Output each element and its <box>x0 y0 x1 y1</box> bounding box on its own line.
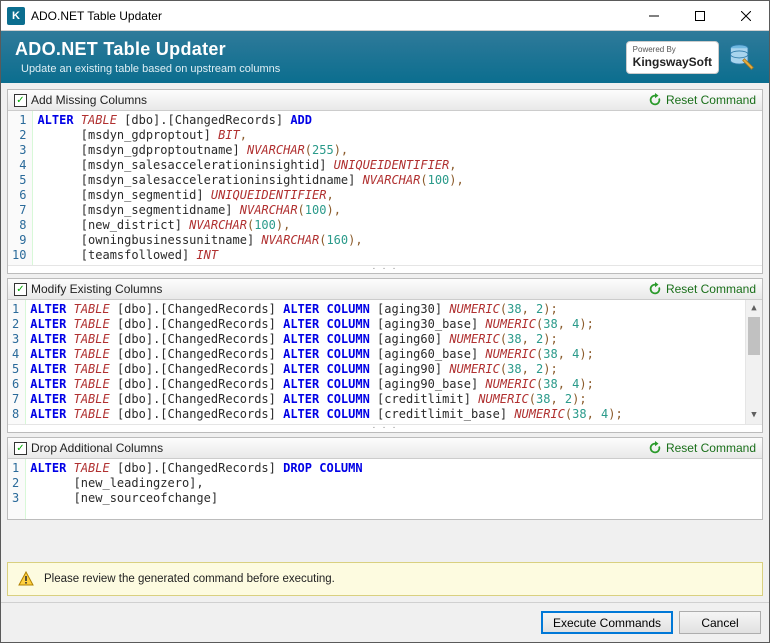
app-icon: K <box>7 7 25 25</box>
panel-title: Add Missing Columns <box>31 93 147 107</box>
reset-command-drop[interactable]: Reset Command <box>648 441 756 455</box>
execute-commands-button[interactable]: Execute Commands <box>541 611 673 634</box>
cancel-button[interactable]: Cancel <box>679 611 761 634</box>
warning-bar: Please review the generated command befo… <box>7 562 763 596</box>
maximize-button[interactable] <box>677 1 723 31</box>
scroll-down-icon[interactable]: ▼ <box>746 407 762 424</box>
reset-command-modify[interactable]: Reset Command <box>648 282 756 296</box>
panel-modify-existing: ✓ Modify Existing Columns Reset Command … <box>7 278 763 433</box>
sql-editor-add[interactable]: 1 2 3 4 5 6 7 8 9 10 ALTER TABLE [dbo].[… <box>8 111 762 265</box>
resize-grip[interactable]: · · · <box>8 424 762 432</box>
window-titlebar: K ADO.NET Table Updater <box>1 1 769 31</box>
window-title: ADO.NET Table Updater <box>31 9 631 23</box>
panel-drop-additional: ✓ Drop Additional Columns Reset Command … <box>7 437 763 520</box>
scrollbar[interactable]: ▲ ▼ <box>745 300 762 424</box>
panel-add-missing: ✓ Add Missing Columns Reset Command 1 2 … <box>7 89 763 274</box>
brand-badge: Powered By KingswaySoft <box>626 41 719 74</box>
checkbox-modify-existing[interactable]: ✓ <box>14 283 27 296</box>
reset-command-add[interactable]: Reset Command <box>648 93 756 107</box>
refresh-icon <box>648 282 662 296</box>
header-subtitle: Update an existing table based on upstre… <box>21 63 626 75</box>
panel-title: Modify Existing Columns <box>31 282 162 296</box>
header-title: ADO.NET Table Updater <box>15 39 626 60</box>
warning-text: Please review the generated command befo… <box>44 573 335 585</box>
database-icon <box>727 43 755 71</box>
close-button[interactable] <box>723 1 769 31</box>
sql-editor-modify[interactable]: 1 2 3 4 5 6 7 8 ALTER TABLE [dbo].[Chang… <box>8 300 762 424</box>
panel-title: Drop Additional Columns <box>31 441 163 455</box>
checkbox-drop-additional[interactable]: ✓ <box>14 442 27 455</box>
warning-icon <box>18 571 34 587</box>
sql-editor-drop[interactable]: 1 2 3 ALTER TABLE [dbo].[ChangedRecords]… <box>8 459 762 519</box>
header-banner: ADO.NET Table Updater Update an existing… <box>1 31 769 83</box>
checkbox-add-missing[interactable]: ✓ <box>14 94 27 107</box>
refresh-icon <box>648 441 662 455</box>
refresh-icon <box>648 93 662 107</box>
scroll-up-icon[interactable]: ▲ <box>746 300 762 317</box>
minimize-button[interactable] <box>631 1 677 31</box>
resize-grip[interactable]: · · · <box>8 265 762 273</box>
footer: Execute Commands Cancel <box>1 602 769 642</box>
scroll-thumb[interactable] <box>748 317 760 355</box>
